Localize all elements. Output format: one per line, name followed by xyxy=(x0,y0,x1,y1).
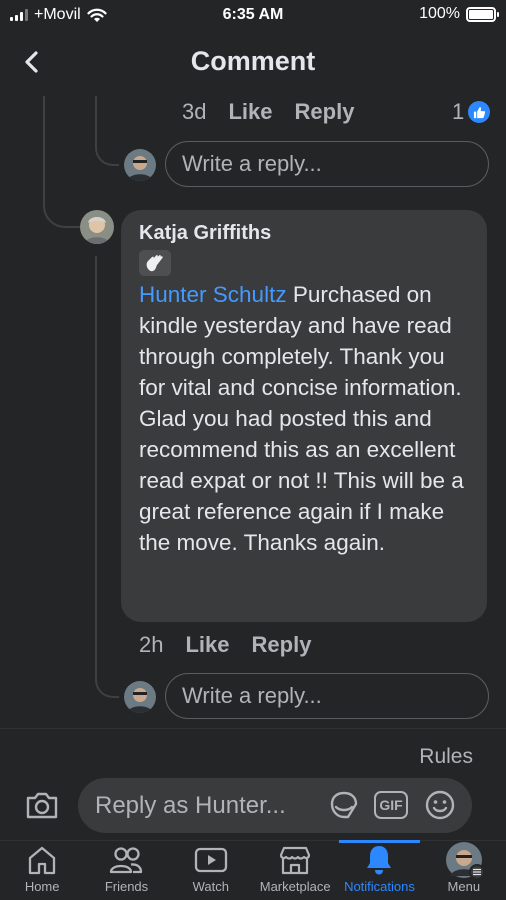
comment-author[interactable]: Katja Griffiths xyxy=(139,222,471,245)
like-button[interactable]: Like xyxy=(185,632,229,658)
thread-line xyxy=(95,96,119,166)
camera-icon[interactable] xyxy=(25,790,59,820)
nav-menu[interactable]: Menu xyxy=(422,841,506,900)
watch-icon xyxy=(194,847,227,873)
like-button[interactable]: Like xyxy=(228,99,272,125)
menu-avatar xyxy=(445,842,485,880)
thread-line xyxy=(43,96,97,228)
comment-text: Hunter Schultz Purchased on kindle yeste… xyxy=(139,279,471,558)
reply-input[interactable]: Write a reply... xyxy=(165,673,489,719)
battery-info: 100% xyxy=(419,5,499,23)
header: Comment xyxy=(0,30,506,96)
reaction-number: 1 xyxy=(452,99,465,124)
nav-notifications[interactable]: Notifications xyxy=(337,840,421,900)
nav-watch[interactable]: Watch xyxy=(169,841,253,900)
comment-actions: 2h Like Reply xyxy=(139,632,311,658)
avatar xyxy=(124,681,156,713)
nav-label: Watch xyxy=(192,879,229,894)
composer-placeholder: Reply as Hunter... xyxy=(95,792,286,819)
nav-label: Friends xyxy=(104,879,149,894)
bell-icon xyxy=(367,846,392,875)
nav-home[interactable]: Home xyxy=(0,841,84,900)
reply-input[interactable]: Write a reply... xyxy=(165,141,489,187)
page-title: Comment xyxy=(190,46,316,76)
nav-marketplace[interactable]: Marketplace xyxy=(253,841,337,900)
menu-icon xyxy=(468,864,485,880)
comment-time: 2h xyxy=(139,632,164,657)
bottom-nav: Home Friends Watch Marketplace Notificat… xyxy=(0,840,506,900)
comment-bubble: Katja Griffiths Hunter Schultz Purchased… xyxy=(121,210,487,622)
reply-button[interactable]: Reply xyxy=(295,99,355,125)
rules-link[interactable]: Rules xyxy=(419,745,473,769)
divider xyxy=(0,728,506,729)
avatar xyxy=(124,149,156,181)
prev-comment-actions: 3d Like Reply xyxy=(182,99,354,125)
marketplace-icon xyxy=(280,846,311,875)
reply-button[interactable]: Reply xyxy=(252,632,312,658)
sticker-icon[interactable] xyxy=(328,789,360,821)
reply-placeholder: Write a reply... xyxy=(182,151,322,176)
nav-label: Notifications xyxy=(344,879,415,894)
status-bar: +Movil 6:35 AM 100% xyxy=(0,0,506,30)
gif-icon[interactable]: GIF xyxy=(374,791,408,819)
reply-composer-input[interactable]: Reply as Hunter... GIF xyxy=(78,778,472,833)
nav-label: Marketplace xyxy=(259,879,331,894)
mention-link[interactable]: Hunter Schultz xyxy=(139,282,287,307)
comment-composer: Reply as Hunter... GIF xyxy=(0,778,506,836)
nav-friends[interactable]: Friends xyxy=(84,841,168,900)
friends-icon xyxy=(110,847,143,874)
avatar xyxy=(80,210,114,244)
comment-body: Purchased on kindle yesterday and have r… xyxy=(139,282,464,555)
home-icon xyxy=(29,846,56,875)
nav-label: Home xyxy=(24,879,60,894)
thumbs-up-icon xyxy=(468,101,491,123)
nav-label: Menu xyxy=(447,879,481,894)
reply-placeholder: Write a reply... xyxy=(182,683,322,708)
prev-comment-time: 3d xyxy=(182,99,207,124)
emoji-icon[interactable] xyxy=(424,789,456,821)
wave-icon xyxy=(139,250,171,276)
battery-icon xyxy=(466,6,499,22)
reaction-count[interactable]: 1 xyxy=(452,99,491,125)
battery-percent: 100% xyxy=(419,5,460,22)
thread-line xyxy=(95,256,119,698)
